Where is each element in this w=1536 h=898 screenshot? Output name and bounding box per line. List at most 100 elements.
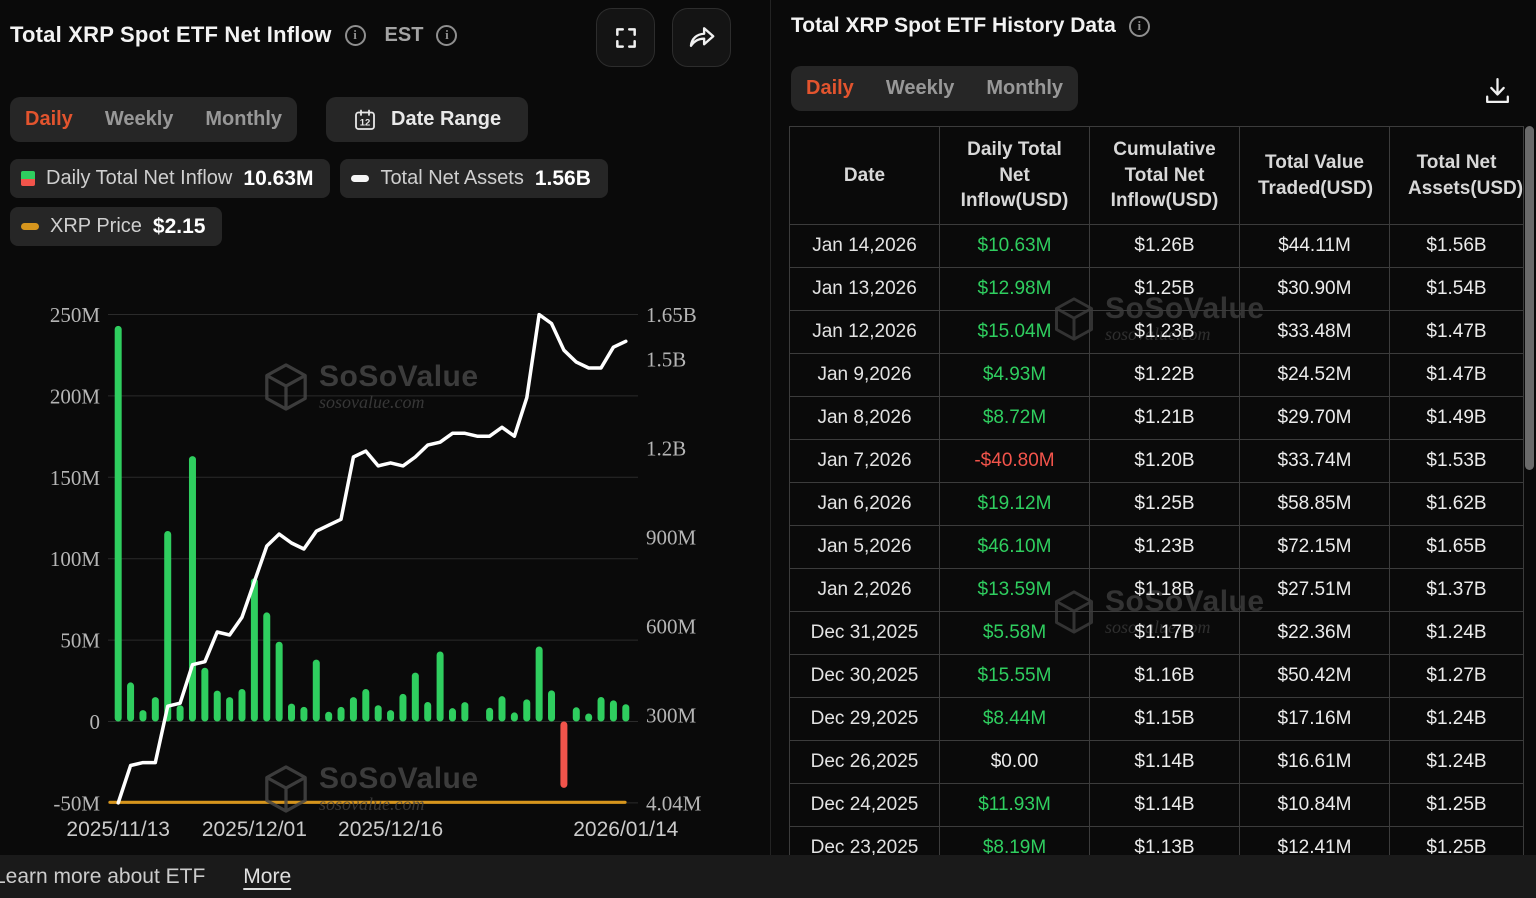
table-cell: $15.04M xyxy=(940,311,1090,354)
legend-item-total-net-assets[interactable]: Total Net Assets 1.56B xyxy=(340,159,607,198)
table-cell: Jan 14,2026 xyxy=(790,225,940,268)
table-cell: $1.22B xyxy=(1090,354,1240,397)
table-cell: Jan 8,2026 xyxy=(790,397,940,440)
table-cell: $1.25B xyxy=(1390,827,1524,856)
table-row: Jan 8,2026$8.72M$1.21B$29.70M$1.49B xyxy=(790,397,1524,440)
table-cell: $1.18B xyxy=(1090,569,1240,612)
table-cell: Jan 6,2026 xyxy=(790,483,940,526)
table-cell: $1.13B xyxy=(1090,827,1240,856)
share-icon xyxy=(687,23,717,53)
table-cell: $1.24B xyxy=(1390,698,1524,741)
download-button[interactable] xyxy=(1481,74,1514,110)
legend-label: Total Net Assets xyxy=(380,167,523,190)
tab-monthly[interactable]: Monthly xyxy=(205,108,282,131)
svg-text:4.04M: 4.04M xyxy=(646,791,702,815)
history-table: DateDaily Total Net Inflow(USD)Cumulativ… xyxy=(789,126,1524,855)
yellow-dash-icon xyxy=(21,223,39,230)
table-cell: $22.36M xyxy=(1240,612,1390,655)
table-row: Jan 13,2026$12.98M$1.25B$30.90M$1.54B xyxy=(790,268,1524,311)
table-row: Jan 7,2026-$40.80M$1.20B$33.74M$1.53B xyxy=(790,440,1524,483)
table-cell: $50.42M xyxy=(1240,655,1390,698)
chart-title: Total XRP Spot ETF Net Inflow xyxy=(10,22,332,48)
table-cell: $1.47B xyxy=(1390,311,1524,354)
table-scrollbar-thumb[interactable] xyxy=(1525,126,1534,470)
table-header-row: DateDaily Total Net Inflow(USD)Cumulativ… xyxy=(790,127,1524,225)
svg-text:50M: 50M xyxy=(60,629,100,653)
green-red-bar-icon xyxy=(21,171,35,186)
legend-item-daily-net-inflow[interactable]: Daily Total Net Inflow 10.63M xyxy=(10,159,330,198)
table-cell: $0.00 xyxy=(940,741,1090,784)
table-cell: $1.25B xyxy=(1090,268,1240,311)
download-icon xyxy=(1481,74,1514,107)
svg-text:0: 0 xyxy=(90,710,101,734)
legend-value: 10.63M xyxy=(243,167,313,191)
legend-item-xrp-price[interactable]: XRP Price $2.15 xyxy=(10,207,222,246)
history-table-container[interactable]: DateDaily Total Net Inflow(USD)Cumulativ… xyxy=(789,126,1525,855)
share-button[interactable] xyxy=(672,8,731,67)
history-title: Total XRP Spot ETF History Data xyxy=(791,14,1116,38)
svg-text:200M: 200M xyxy=(50,384,101,408)
column-header: Total Net Assets(USD) xyxy=(1390,127,1524,225)
table-cell: $1.23B xyxy=(1090,526,1240,569)
chart-info-icon[interactable] xyxy=(345,25,366,46)
table-cell: Jan 12,2026 xyxy=(790,311,940,354)
tab-weekly[interactable]: Weekly xyxy=(105,108,174,131)
table-cell: $15.55M xyxy=(940,655,1090,698)
table-cell: $16.61M xyxy=(1240,741,1390,784)
table-cell: $1.17B xyxy=(1090,612,1240,655)
table-cell: $1.24B xyxy=(1390,741,1524,784)
fullscreen-icon xyxy=(613,25,639,51)
table-cell: Dec 24,2025 xyxy=(790,784,940,827)
tab-daily[interactable]: Daily xyxy=(25,108,73,131)
history-period-tabs: Daily Weekly Monthly xyxy=(791,66,1078,111)
history-panel-header: Total XRP Spot ETF History Data xyxy=(791,14,1150,38)
timezone-info-icon[interactable] xyxy=(436,25,457,46)
column-header: Daily Total Net Inflow(USD) xyxy=(940,127,1090,225)
net-inflow-chart-panel: Total XRP Spot ETF Net Inflow EST Daily … xyxy=(0,0,770,855)
date-range-button[interactable]: 12 Date Range xyxy=(326,97,528,142)
svg-text:2026/01/14: 2026/01/14 xyxy=(573,818,678,841)
table-cell: $12.41M xyxy=(1240,827,1390,856)
table-cell: $1.65B xyxy=(1390,526,1524,569)
table-cell: $72.15M xyxy=(1240,526,1390,569)
chart-panel-header: Total XRP Spot ETF Net Inflow EST xyxy=(10,8,731,67)
legend-value: 1.56B xyxy=(535,167,591,191)
history-tab-monthly[interactable]: Monthly xyxy=(986,77,1063,100)
table-cell: -$40.80M xyxy=(940,440,1090,483)
table-row: Jan 14,2026$10.63M$1.26B$44.11M$1.56B xyxy=(790,225,1524,268)
svg-text:12: 12 xyxy=(360,117,371,128)
table-cell: $19.12M xyxy=(940,483,1090,526)
svg-text:150M: 150M xyxy=(50,466,101,490)
table-cell: $30.90M xyxy=(1240,268,1390,311)
column-header: Date xyxy=(790,127,940,225)
calendar-icon: 12 xyxy=(353,108,377,132)
table-cell: $13.59M xyxy=(940,569,1090,612)
table-row: Jan 2,2026$13.59M$1.18B$27.51M$1.37B xyxy=(790,569,1524,612)
history-data-panel: SoSoValue sosovalue.com SoSoValue sosova… xyxy=(770,0,1536,855)
table-row: Dec 31,2025$5.58M$1.17B$22.36M$1.24B xyxy=(790,612,1524,655)
legend-value: $2.15 xyxy=(153,215,206,239)
svg-text:1.5B: 1.5B xyxy=(646,348,686,372)
white-dash-icon xyxy=(351,175,369,182)
history-tab-weekly[interactable]: Weekly xyxy=(886,77,955,100)
svg-text:900M: 900M xyxy=(646,526,697,550)
chart-controls: Daily Weekly Monthly 12 Date Range xyxy=(10,97,528,142)
history-info-icon[interactable] xyxy=(1129,16,1150,37)
footer-bar: Learn more about ETF More xyxy=(0,855,1536,898)
more-link[interactable]: More xyxy=(243,865,291,889)
history-tab-daily[interactable]: Daily xyxy=(806,77,854,100)
table-row: Dec 26,2025$0.00$1.14B$16.61M$1.24B xyxy=(790,741,1524,784)
legend-label: XRP Price xyxy=(50,215,142,238)
column-header: Total Value Traded(USD) xyxy=(1240,127,1390,225)
table-cell: Dec 31,2025 xyxy=(790,612,940,655)
timezone-label: EST xyxy=(385,24,424,47)
etf-net-inflow-chart[interactable]: 250M200M150M100M50M0-50M1.65B1.5B1.2B900… xyxy=(0,280,770,850)
table-cell: $44.11M xyxy=(1240,225,1390,268)
table-cell: $1.49B xyxy=(1390,397,1524,440)
fullscreen-button[interactable] xyxy=(596,8,655,67)
table-cell: $1.15B xyxy=(1090,698,1240,741)
svg-text:2025/11/13: 2025/11/13 xyxy=(66,818,170,841)
table-cell: $1.14B xyxy=(1090,784,1240,827)
column-header: Cumulative Total Net Inflow(USD) xyxy=(1090,127,1240,225)
table-cell: $29.70M xyxy=(1240,397,1390,440)
